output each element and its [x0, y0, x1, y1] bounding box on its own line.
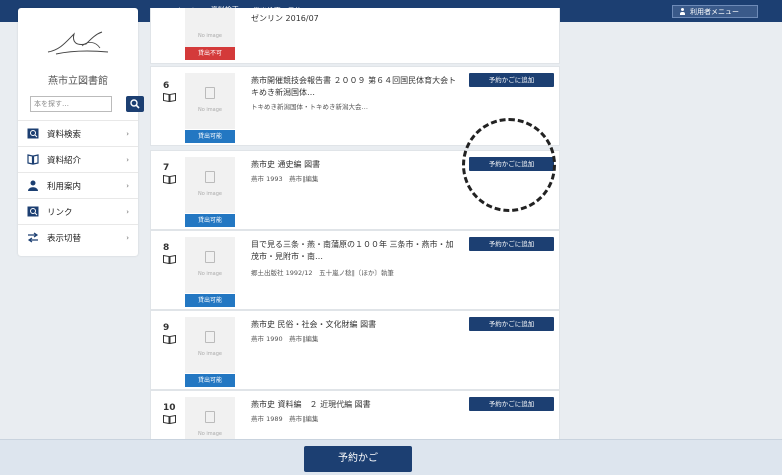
status-badge: 貸出可能	[185, 130, 235, 143]
highlight-circle-annotation	[462, 118, 556, 212]
search-input[interactable]: 本を探す…	[30, 96, 112, 112]
book-search-icon	[27, 128, 39, 139]
sidebar-item-label: 資料紹介	[47, 155, 82, 166]
chevron-right-icon: ›	[126, 130, 129, 138]
status-badge: 貸出不可	[185, 47, 235, 60]
status-badge: 貸出可能	[185, 374, 235, 387]
search-icon	[130, 99, 140, 109]
swap-arrows-icon	[27, 232, 39, 243]
book-icon	[163, 335, 176, 344]
result-meta: トキめき新潟国体・トキめき新潟大会…	[251, 103, 368, 111]
sidebar-menu: 資料検索 › 資料紹介 › 利用案内 › リンク › 表示切替 ›	[18, 120, 138, 250]
book-icon	[163, 415, 176, 424]
list-item: 9 No image 燕市史 民俗・社会・文化財編 図書 燕市 1990 燕市∥…	[150, 310, 560, 390]
sidebar: 燕市立図書館 本を探す… 資料検索 › 資料紹介 › 利用案内 › リンク ›	[18, 8, 144, 256]
person-icon	[28, 180, 38, 191]
user-icon	[679, 8, 686, 15]
status-badge: 貸出可能	[185, 214, 235, 227]
result-title[interactable]: ゼンリン 2016/07	[251, 13, 461, 25]
result-number: 10	[163, 403, 176, 413]
chevron-right-icon: ›	[126, 234, 129, 242]
result-title[interactable]: 燕市史 通史編 図書	[251, 159, 461, 171]
sidebar-item-label: 表示切替	[47, 233, 82, 244]
sidebar-item-material-search[interactable]: 資料検索 ›	[18, 120, 138, 146]
result-title[interactable]: 燕市史 資料編 ２ 近現代編 図書	[251, 399, 461, 411]
no-image-thumbnail: No image	[185, 157, 235, 213]
status-badge: 貸出可能	[185, 294, 235, 307]
result-title[interactable]: 目で見る三条・燕・南蒲原の１００年 三条市・燕市・加茂市・見附市・南…	[251, 239, 461, 263]
list-item: No image ゼンリン 2016/07 貸出不可	[150, 8, 560, 64]
document-icon	[205, 251, 215, 263]
document-icon	[205, 171, 215, 183]
result-title[interactable]: 燕市開催競技会報告書 ２００９ 第６４回国民体育大会トキめき新潟国体…	[251, 75, 461, 99]
document-icon	[205, 411, 215, 423]
add-to-cart-button[interactable]: 予約かごに追加	[469, 317, 554, 331]
document-icon	[205, 331, 215, 343]
search-button[interactable]	[126, 96, 144, 112]
library-logo	[47, 31, 109, 55]
add-to-cart-button[interactable]: 予約かごに追加	[469, 237, 554, 251]
result-title[interactable]: 燕市史 民俗・社会・文化財編 図書	[251, 319, 461, 331]
sidebar-item-links[interactable]: リンク ›	[18, 198, 138, 224]
result-meta: 燕市 1990 燕市∥編集	[251, 335, 319, 343]
sidebar-item-display-toggle[interactable]: 表示切替 ›	[18, 224, 138, 250]
sidebar-item-label: 利用案内	[47, 181, 82, 192]
no-image-thumbnail: No image	[185, 317, 235, 373]
add-to-cart-button[interactable]: 予約かごに追加	[469, 397, 554, 411]
no-image-thumbnail: No image	[185, 397, 235, 440]
document-icon	[205, 87, 215, 99]
reservation-cart-button[interactable]: 予約かご	[304, 446, 412, 472]
no-image-thumbnail: No image	[185, 237, 235, 293]
sidebar-item-label: 資料検索	[47, 129, 82, 140]
book-icon	[163, 93, 176, 102]
user-menu-button[interactable]: 利用者メニュー	[672, 5, 758, 18]
link-search-icon	[27, 206, 39, 217]
result-number: 7	[163, 163, 170, 173]
sidebar-item-usage-guide[interactable]: 利用案内 ›	[18, 172, 138, 198]
chevron-right-icon: ›	[126, 208, 129, 216]
list-item: 8 No image 目で見る三条・燕・南蒲原の１００年 三条市・燕市・加茂市・…	[150, 230, 560, 310]
result-number: 8	[163, 243, 170, 253]
library-name: 燕市立図書館	[48, 76, 108, 87]
result-number: 9	[163, 323, 170, 333]
chevron-right-icon: ›	[126, 156, 129, 164]
results-list: No image ゼンリン 2016/07 貸出不可 6 No image 燕市…	[150, 8, 560, 440]
book-icon	[163, 175, 176, 184]
chevron-right-icon: ›	[126, 182, 129, 190]
no-image-thumbnail: No image	[185, 73, 235, 129]
list-item: 10 No image 燕市史 資料編 ２ 近現代編 図書 燕市 1989 燕市…	[150, 390, 560, 440]
open-book-icon	[27, 154, 39, 165]
result-meta: 燕市 1989 燕市∥編集	[251, 415, 319, 423]
sidebar-item-material-intro[interactable]: 資料紹介 ›	[18, 146, 138, 172]
add-to-cart-button[interactable]: 予約かごに追加	[469, 73, 554, 87]
result-meta: 郷土出版社 1992/12 五十嵐ノ稔∥〔ほか〕執筆	[251, 269, 394, 277]
sidebar-item-label: リンク	[47, 207, 73, 218]
user-menu-label: 利用者メニュー	[690, 7, 739, 16]
result-meta: 燕市 1993 燕市∥編集	[251, 175, 319, 183]
book-icon	[163, 255, 176, 264]
result-number: 6	[163, 81, 170, 91]
